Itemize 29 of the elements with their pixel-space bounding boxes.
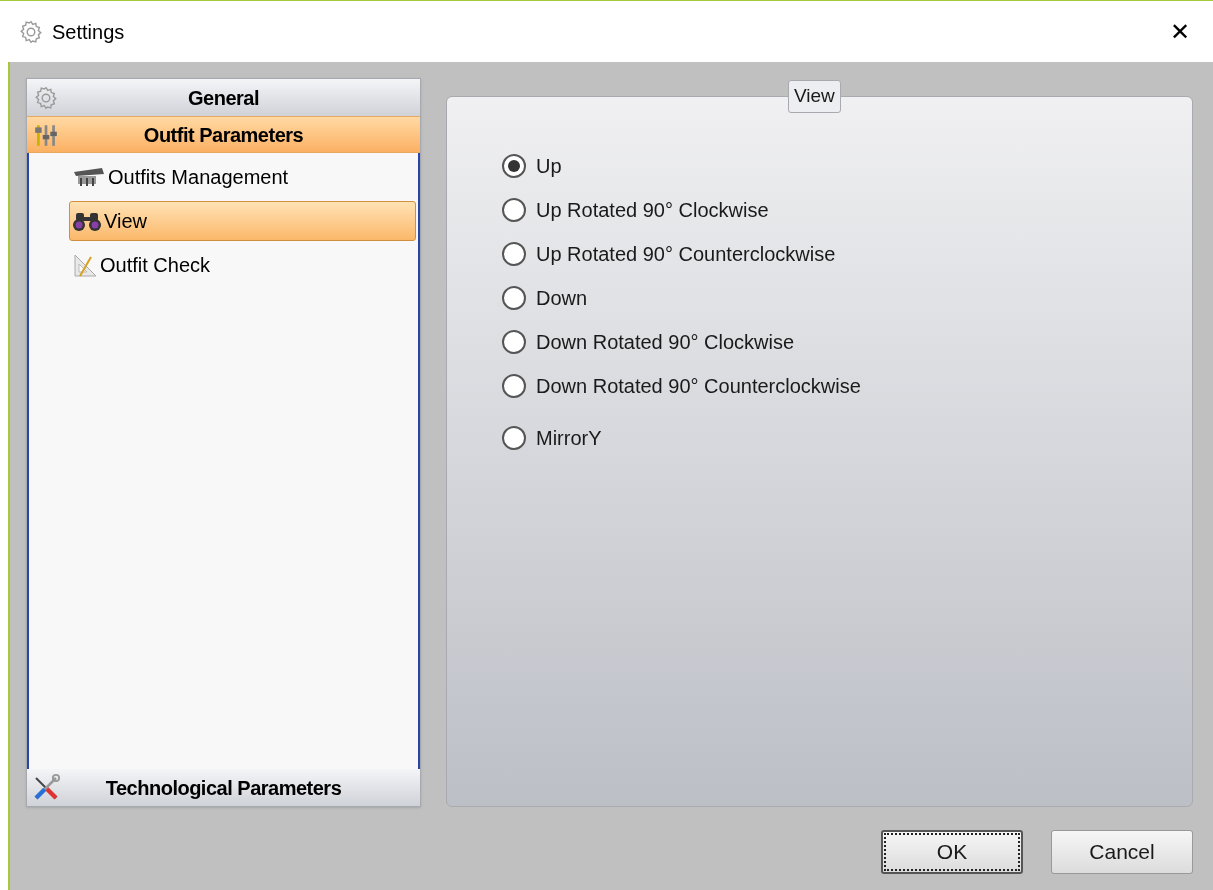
section-header[interactable]: General: [27, 79, 420, 116]
radio-button[interactable]: [502, 374, 526, 398]
section-header[interactable]: Outfit Parameters: [27, 116, 420, 153]
radio-label[interactable]: Down Rotated 90° Clockwise: [536, 327, 795, 357]
tree-item[interactable]: Outfit Check: [69, 245, 416, 285]
radio-label[interactable]: MirrorY: [536, 423, 602, 453]
radio-label[interactable]: Up Rotated 90° Counterclockwise: [536, 239, 836, 269]
binoculars-icon: [72, 211, 102, 231]
close-button[interactable]: ✕: [1165, 16, 1195, 47]
gear-icon: [18, 18, 44, 45]
radio-button[interactable]: [502, 242, 526, 266]
radio-label[interactable]: Up Rotated 90° Clockwise: [536, 195, 769, 225]
gear-icon: [33, 84, 59, 111]
tree-item[interactable]: View: [69, 201, 416, 241]
radio-button[interactable]: [502, 154, 526, 178]
dialog-button[interactable]: OK: [881, 830, 1023, 874]
radio-label[interactable]: Down Rotated 90° Counterclockwise: [536, 371, 861, 401]
tree-item[interactable]: Outfits Management: [69, 157, 416, 197]
dialog-button[interactable]: Cancel: [1051, 830, 1193, 874]
window-title: Settings: [52, 19, 125, 45]
radio-button[interactable]: [502, 426, 526, 450]
section-header[interactable]: Technological Parameters: [27, 769, 420, 806]
group-title: View: [788, 80, 841, 113]
radio-button[interactable]: [502, 286, 526, 310]
radio-label[interactable]: Up: [536, 151, 562, 181]
radio-button[interactable]: [502, 330, 526, 354]
radio-label[interactable]: Down: [536, 283, 588, 313]
machine-icon: [72, 166, 106, 188]
radio-button[interactable]: [502, 198, 526, 222]
